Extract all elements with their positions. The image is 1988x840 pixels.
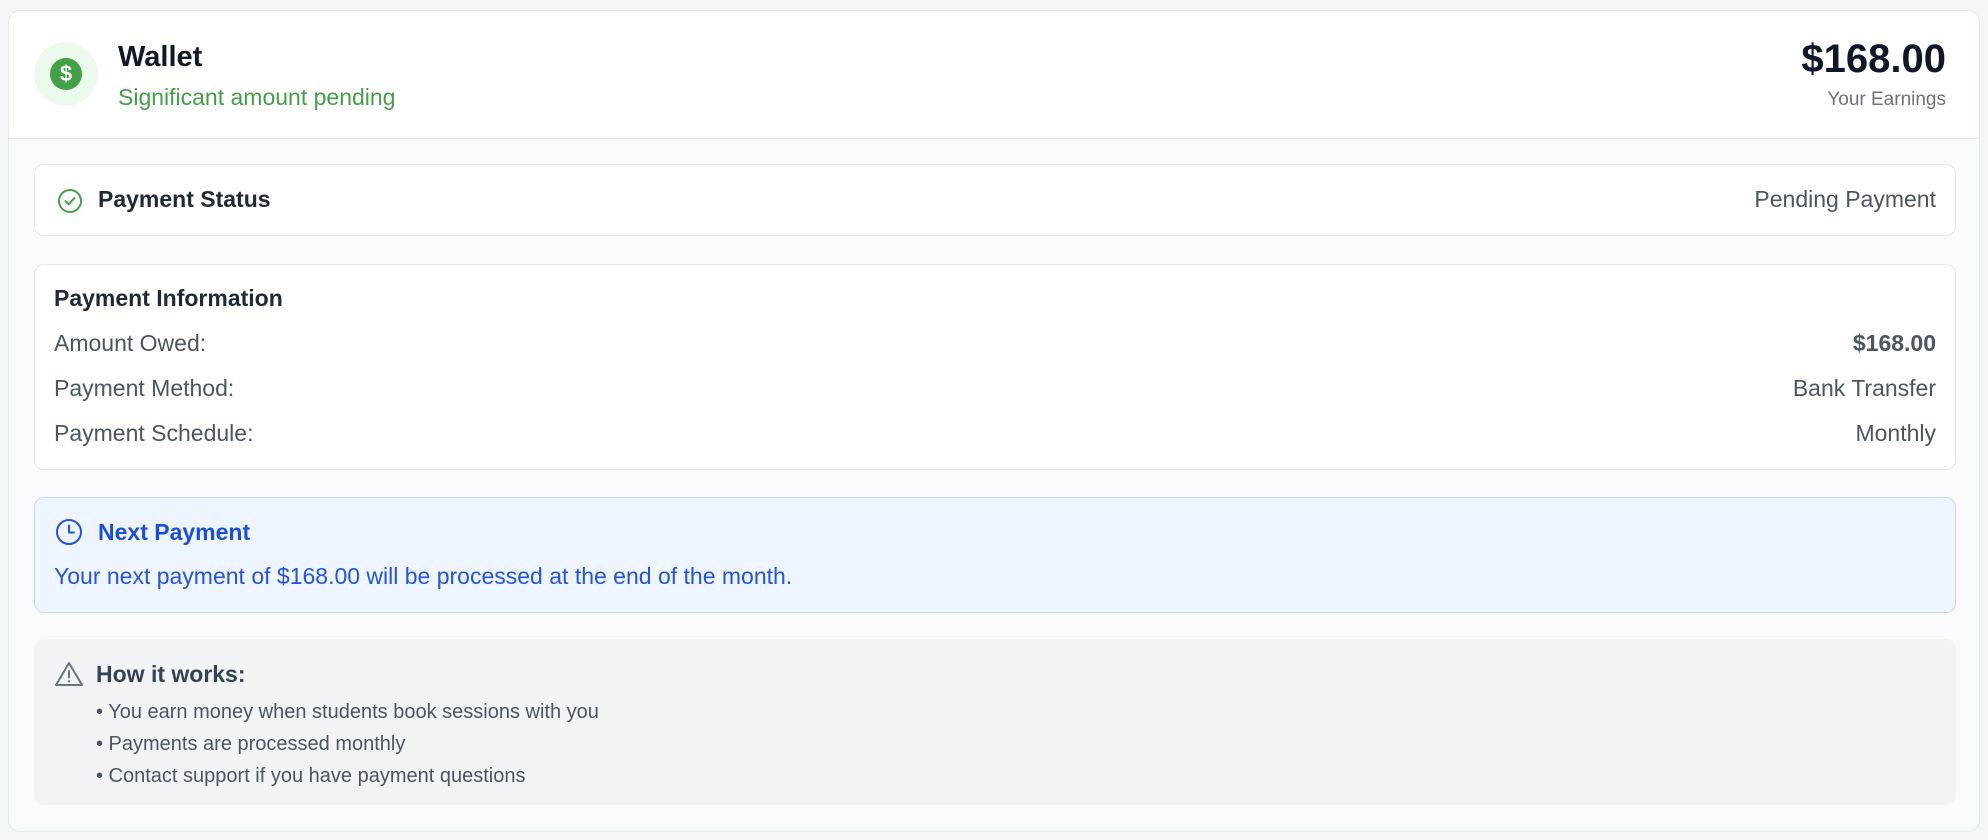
list-item: • Payments are processed monthly xyxy=(96,733,406,755)
list-item: • Contact support if you have payment qu… xyxy=(96,765,526,787)
check-circle-icon xyxy=(58,189,82,213)
warning-triangle-icon xyxy=(55,662,83,686)
how-it-works-list: • You earn money when students book sess… xyxy=(96,696,599,792)
wallet-header: $ Wallet Significant amount pending $168… xyxy=(9,11,1979,139)
next-payment-title: Next Payment xyxy=(98,519,251,545)
earnings-amount: $168.00 xyxy=(1801,37,1946,81)
info-row-value: Monthly xyxy=(1855,420,1936,446)
dollar-icon: $ xyxy=(50,58,82,90)
how-it-works-panel: How it works: • You earn money when stud… xyxy=(34,639,1956,805)
info-row-amount-owed: Amount Owed: $168.00 xyxy=(54,330,1936,357)
page-title: Wallet xyxy=(118,41,203,73)
info-row-payment-method: Payment Method: Bank Transfer xyxy=(54,375,1936,402)
payment-information-panel: Payment Information Amount Owed: $168.00… xyxy=(34,264,1956,470)
payment-information-heading: Payment Information xyxy=(54,285,283,311)
info-row-payment-schedule: Payment Schedule: Monthly xyxy=(54,420,1936,447)
payment-status-value: Pending Payment xyxy=(1754,186,1936,212)
info-row-label: Amount Owed: xyxy=(54,330,207,356)
wallet-subtitle: Significant amount pending xyxy=(118,84,396,110)
next-payment-panel: Next Payment Your next payment of $168.0… xyxy=(34,497,1956,613)
info-row-label: Payment Method: xyxy=(54,375,235,401)
info-row-value: $168.00 xyxy=(1852,330,1936,356)
clock-icon xyxy=(56,519,82,545)
wallet-card: $ Wallet Significant amount pending $168… xyxy=(8,10,1980,832)
payment-status-label: Payment Status xyxy=(98,186,271,212)
payment-status-panel: Payment Status Pending Payment xyxy=(34,164,1956,236)
next-payment-text: Your next payment of $168.00 will be pro… xyxy=(54,563,793,589)
dollar-icon-badge: $ xyxy=(34,42,98,106)
info-row-value: Bank Transfer xyxy=(1792,375,1936,401)
info-row-label: Payment Schedule: xyxy=(54,420,254,446)
how-it-works-title: How it works: xyxy=(96,661,246,687)
list-item: • You earn money when students book sess… xyxy=(96,701,599,723)
earnings-label: Your Earnings xyxy=(1827,89,1946,110)
